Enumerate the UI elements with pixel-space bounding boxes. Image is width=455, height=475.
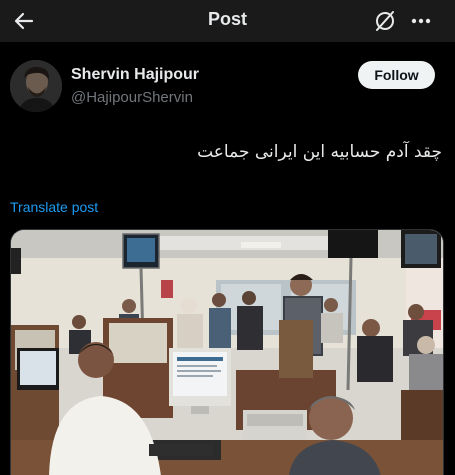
- author-name[interactable]: Shervin Hajipour: [71, 66, 199, 84]
- post-page: Post Shervin Hajipour @HajipourShervin F…: [0, 0, 455, 475]
- more-options-button[interactable]: [405, 5, 437, 37]
- top-bar: Post: [0, 0, 455, 42]
- avatar-photo: [10, 60, 62, 112]
- follow-button[interactable]: Follow: [358, 61, 435, 89]
- avatar[interactable]: [10, 60, 62, 112]
- mute-conversation-button[interactable]: [369, 5, 401, 37]
- post-text: چقد آدم حسابیه این ایرانی جماعت: [197, 142, 442, 162]
- translate-post-link[interactable]: Translate post: [10, 199, 98, 215]
- mute-conversation-icon: [376, 11, 394, 31]
- author-handle[interactable]: @HajipourShervin: [71, 89, 193, 106]
- photo-office-service-counter: [11, 230, 443, 475]
- more-horizontal-icon: [411, 18, 431, 24]
- post-media[interactable]: [10, 229, 444, 475]
